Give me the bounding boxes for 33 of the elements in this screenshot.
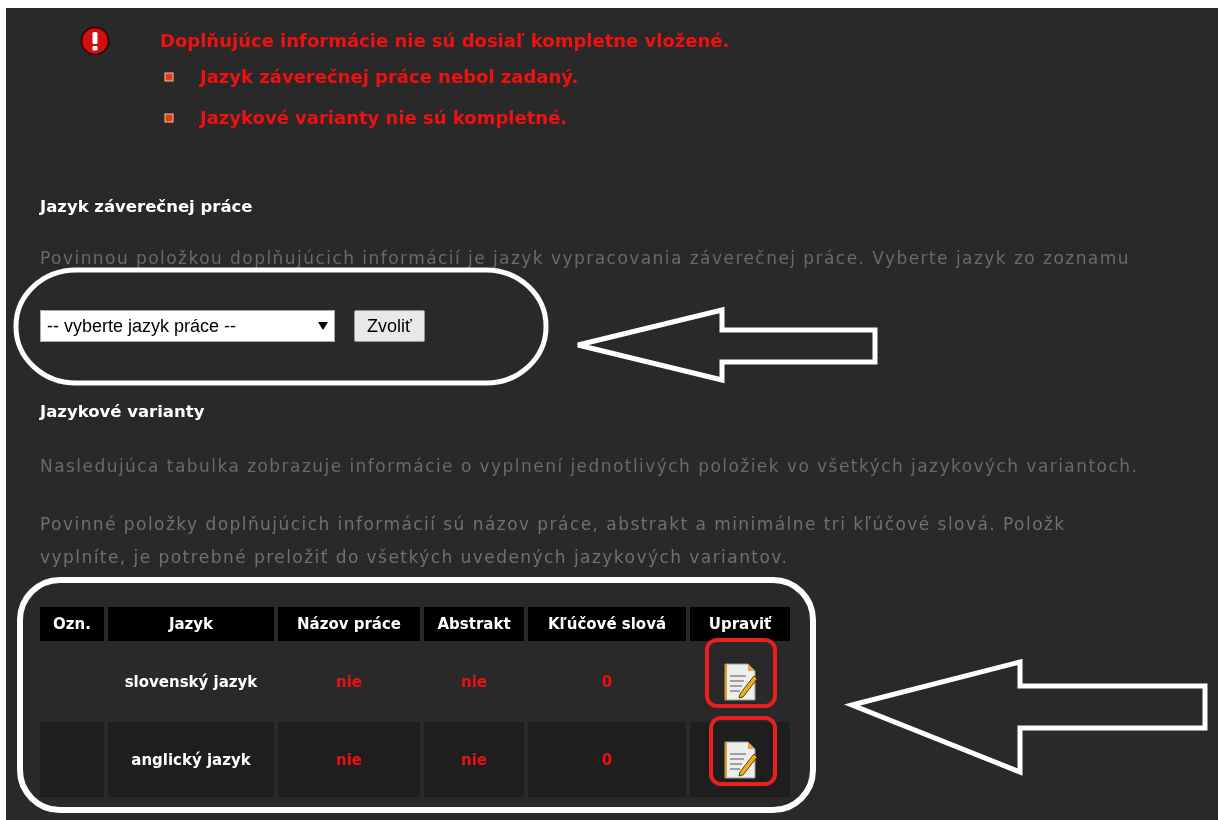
description-text: Povinné položky doplňujúcich informácií sú názov práce, abstrakt a minimálne tri kľúčové slová. Položk — [40, 513, 1067, 536]
section-heading: Jazyk záverečnej práce — [40, 196, 254, 218]
table-cell-text: nie — [335, 671, 363, 693]
description-text: Povinnou položkou doplňujúcich informácií je jazyk vypracovania záverečnej práce. Vyberte jazyk zo zoznamu — [40, 247, 1131, 270]
column-header: Abstrakt — [424, 607, 524, 641]
table-cell: nie — [424, 722, 524, 797]
dropdown-caret-icon — [318, 322, 328, 330]
warning-icon — [80, 26, 110, 56]
table-cell: anglický jazyk — [108, 722, 274, 797]
error-item: Jazyk záverečnej práce nebol zadaný. — [200, 66, 579, 87]
description-text: Nasledujúca tabulka zobrazuje informácie o vyplnení jednotlivých položiek vo všetkých jazykových variantoch. — [40, 455, 1140, 478]
column-header: Názov práce — [278, 607, 420, 641]
column-header: Upraviť — [690, 607, 790, 641]
edit-document-icon[interactable] — [722, 661, 758, 702]
table-cell: nie — [278, 722, 420, 797]
column-header: Jazyk — [108, 607, 274, 641]
table-cell-text: 0 — [600, 671, 614, 693]
language-select[interactable]: -- vyberte jazyk práce -- — [40, 310, 335, 342]
column-header: Ozn. — [40, 607, 104, 641]
highlight-frame — [705, 638, 777, 708]
error-message: Doplňujúce informácie nie sú dosiaľ kompletne vložené. — [160, 29, 730, 53]
column-header: Kľúčové slová — [528, 607, 686, 641]
highlight-frame — [709, 716, 777, 786]
choose-button[interactable]: Zvoliť — [354, 310, 425, 342]
bullet-icon — [164, 71, 174, 82]
section-heading: Jazykové varianty — [40, 401, 206, 423]
edit-document-icon[interactable] — [722, 739, 758, 780]
bullet-icon — [164, 112, 174, 123]
table-cell-text: nie — [460, 671, 488, 693]
table-cell-text: slovenský jazyk — [123, 671, 259, 693]
table-cell: 0 — [528, 722, 686, 797]
error-item: Jazykové varianty nie sú kompletné. — [200, 107, 568, 128]
description-text: vyplníte, je potrebné preložiť do všetkých uvedených jazykových variantov. — [40, 546, 790, 569]
